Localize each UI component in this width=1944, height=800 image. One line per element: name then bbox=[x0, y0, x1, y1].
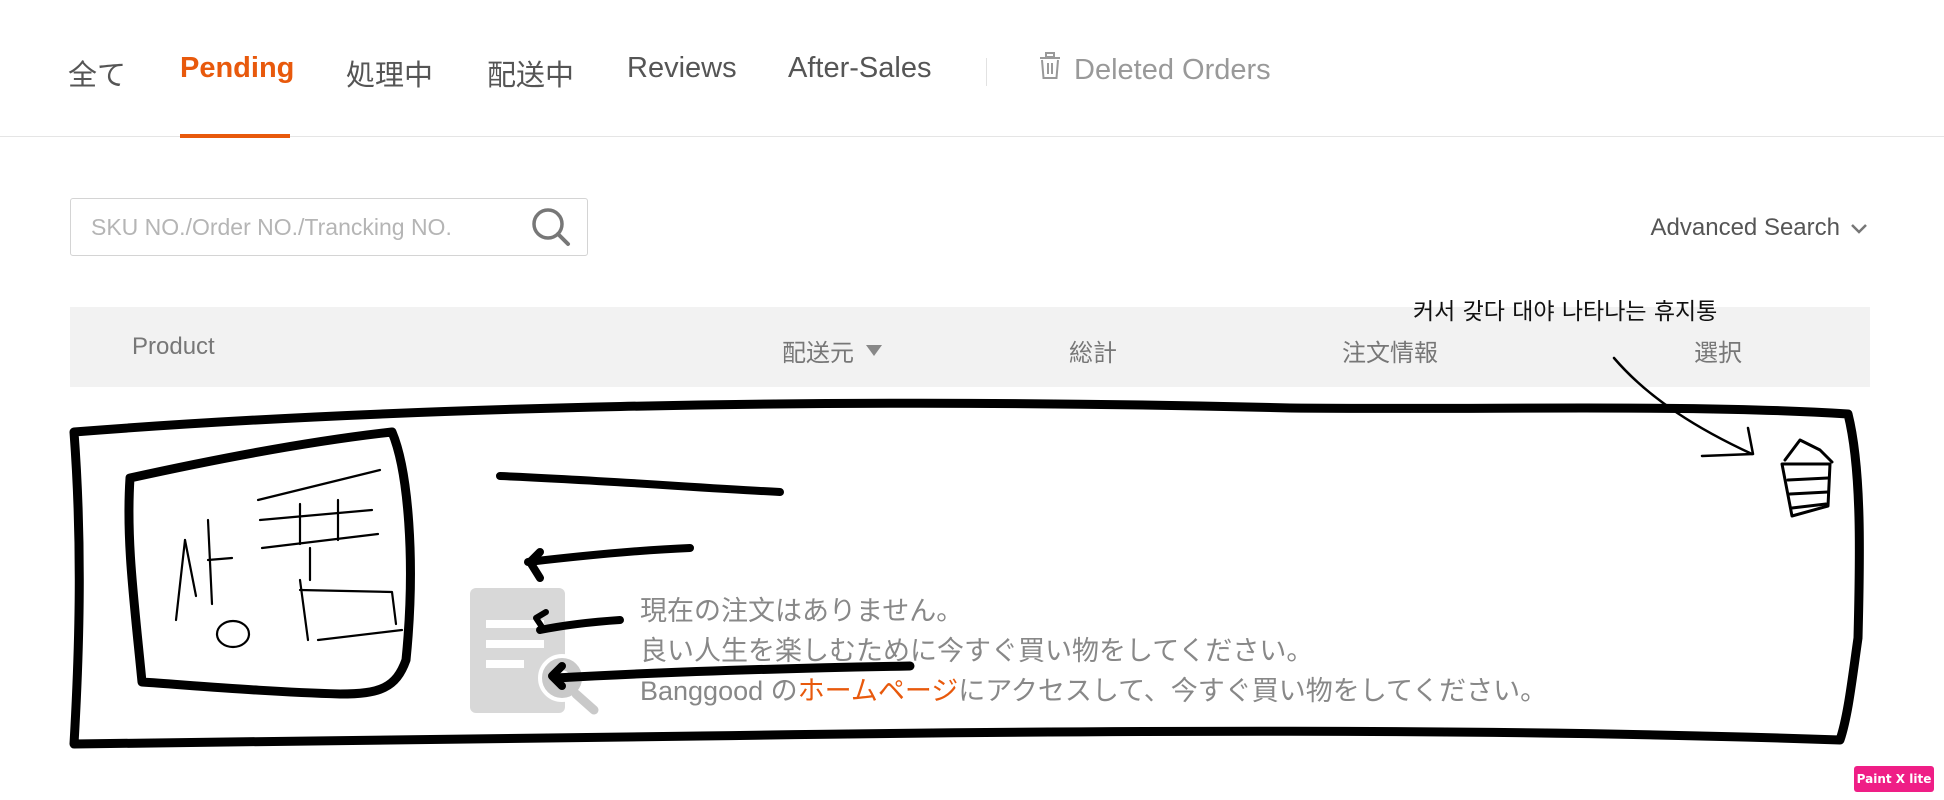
sketch-text-line-3 bbox=[536, 616, 624, 634]
sketch-text-line-1 bbox=[496, 472, 784, 496]
sketch-product-box bbox=[124, 427, 415, 699]
hand-drawn-mockup-overlay bbox=[69, 356, 1864, 749]
sketch-text-line-4 bbox=[551, 661, 915, 683]
annotation-note: 커서 갖다 대야 나타나는 휴지통 bbox=[1413, 299, 1718, 325]
sketch-text-line-2 bbox=[524, 544, 694, 566]
sketch-text-line-2-arrowhead bbox=[526, 548, 544, 582]
sketch-product-scribble bbox=[174, 468, 404, 649]
sketch-trash-icon bbox=[1780, 438, 1834, 518]
paint-x-lite-watermark: Paint X lite bbox=[1854, 766, 1934, 792]
